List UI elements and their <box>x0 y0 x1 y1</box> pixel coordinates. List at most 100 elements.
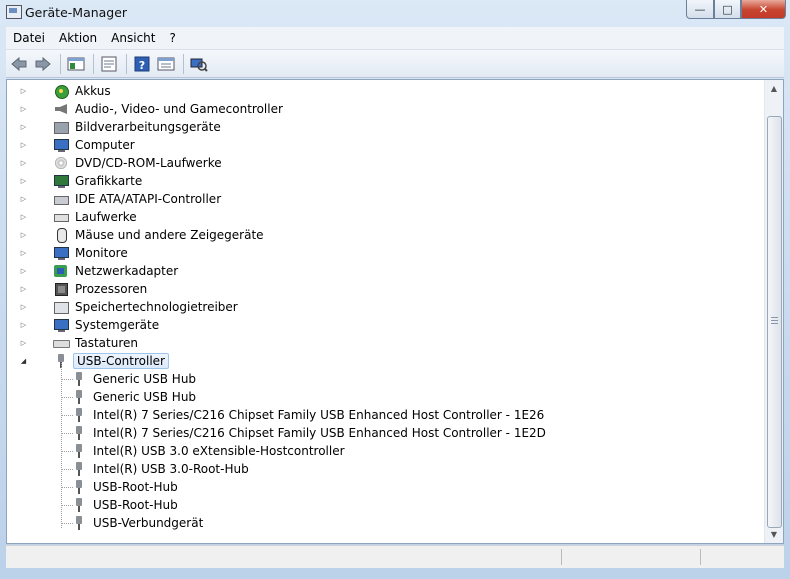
menu-ansicht[interactable]: Ansicht <box>104 31 162 45</box>
menu-datei[interactable]: Datei <box>6 31 52 45</box>
tree-item-label: Akkus <box>75 84 111 98</box>
display-adapter-icon <box>53 173 69 189</box>
expand-arrow-icon[interactable]: ▷ <box>19 339 28 348</box>
tree-item-speichertechnologie[interactable]: ▷ Speichertechnologietreiber <box>21 298 240 316</box>
title-bar[interactable]: Geräte-Manager — □ ✕ <box>0 0 790 26</box>
disk-drive-icon <box>53 209 69 225</box>
tree-item-label: Tastaturen <box>75 336 138 350</box>
expand-arrow-icon[interactable]: ▷ <box>19 213 28 222</box>
usb-device-item[interactable]: USB-Verbundgerät <box>71 514 205 532</box>
expand-arrow-icon[interactable]: ▷ <box>19 123 28 132</box>
tree-item-label: Mäuse und andere Zeigegeräte <box>75 228 264 242</box>
scrollbar-thumb[interactable] <box>767 116 782 528</box>
tree-item-label: Bildverarbeitungsgeräte <box>75 120 221 134</box>
usb-device-item[interactable]: USB-Root-Hub <box>71 496 180 514</box>
toolbar: ? <box>6 50 784 78</box>
ide-controller-icon <box>53 191 69 207</box>
expand-arrow-icon[interactable]: ▷ <box>19 321 28 330</box>
tree-item-dvd[interactable]: ▷ DVD/CD-ROM-Laufwerke <box>21 154 224 172</box>
usb-device-icon <box>71 497 87 513</box>
tree-item-label: Monitore <box>75 246 128 260</box>
menu-help[interactable]: ? <box>162 31 182 45</box>
status-separator <box>561 549 562 565</box>
expand-arrow-icon[interactable]: ▷ <box>19 195 28 204</box>
usb-device-item[interactable]: Generic USB Hub <box>71 370 198 388</box>
usb-device-icon <box>71 389 87 405</box>
usb-device-label: Generic USB Hub <box>93 372 197 386</box>
close-button[interactable]: ✕ <box>741 0 786 19</box>
usb-device-item[interactable]: Intel(R) USB 3.0-Root-Hub <box>71 460 251 478</box>
vertical-scrollbar[interactable]: ▲ ▼ <box>764 80 783 543</box>
scan-hardware-icon[interactable] <box>188 53 210 75</box>
device-manager-icon <box>6 5 22 19</box>
tree-item-netzwerkadapter[interactable]: ▷ Netzwerkadapter <box>21 262 180 280</box>
tree-item-laufwerke[interactable]: ▷ Laufwerke <box>21 208 139 226</box>
usb-device-label: Intel(R) 7 Series/C216 Chipset Family US… <box>93 426 546 440</box>
tree-item-ide[interactable]: ▷ IDE ATA/ATAPI-Controller <box>21 190 223 208</box>
expand-arrow-icon[interactable]: ▷ <box>19 105 28 114</box>
usb-device-label: Intel(R) 7 Series/C216 Chipset Family US… <box>93 408 545 422</box>
tree-item-grafikkarte[interactable]: ▷ Grafikkarte <box>21 172 144 190</box>
usb-device-icon <box>71 443 87 459</box>
tree-item-label: Grafikkarte <box>75 174 143 188</box>
expand-arrow-icon[interactable]: ▷ <box>19 303 28 312</box>
toolbar-separator <box>60 53 61 74</box>
tree-item-audio[interactable]: ▷ Audio-, Video- und Gamecontroller <box>21 100 285 118</box>
menu-aktion[interactable]: Aktion <box>52 31 104 45</box>
toolbar-separator <box>126 53 127 74</box>
back-icon[interactable] <box>8 53 30 75</box>
expand-arrow-icon[interactable]: ▷ <box>19 249 28 258</box>
device-tree-pane[interactable]: ▷ Akkus ▷ Audio-, Video- und Gamecontrol… <box>6 79 784 544</box>
help-icon[interactable]: ? <box>131 53 153 75</box>
show-hide-console-tree-icon[interactable] <box>65 53 87 75</box>
properties-icon[interactable] <box>98 53 120 75</box>
usb-device-label: Intel(R) USB 3.0 eXtensible-Hostcontroll… <box>93 444 345 458</box>
tree-item-label: IDE ATA/ATAPI-Controller <box>75 192 222 206</box>
device-tree[interactable]: ▷ Akkus ▷ Audio-, Video- und Gamecontrol… <box>7 80 765 543</box>
collapse-arrow-icon[interactable]: ◢ <box>19 357 28 366</box>
usb-device-item[interactable]: USB-Root-Hub <box>71 478 180 496</box>
keyboard-icon <box>53 335 70 351</box>
usb-device-item[interactable]: Intel(R) 7 Series/C216 Chipset Family US… <box>71 406 546 424</box>
svg-text:?: ? <box>139 59 145 72</box>
computer-icon <box>53 137 69 153</box>
grip-icon <box>771 317 778 324</box>
expand-arrow-icon[interactable]: ▷ <box>19 177 28 186</box>
scroll-down-arrow-icon[interactable]: ▼ <box>765 526 783 543</box>
window-controls: — □ ✕ <box>686 0 786 19</box>
usb-device-item[interactable]: Generic USB Hub <box>71 388 198 406</box>
maximize-button[interactable]: □ <box>714 0 741 19</box>
tree-item-label: Computer <box>75 138 135 152</box>
tree-connector-line <box>61 361 62 528</box>
usb-device-item[interactable]: Intel(R) 7 Series/C216 Chipset Family US… <box>71 424 548 442</box>
tree-item-label: Prozessoren <box>75 282 148 296</box>
scroll-up-arrow-icon[interactable]: ▲ <box>765 80 783 97</box>
processor-icon <box>53 281 69 297</box>
tree-item-maeuse[interactable]: ▷ Mäuse und andere Zeigegeräte <box>21 226 266 244</box>
tree-item-label: Speichertechnologietreiber <box>75 300 238 314</box>
forward-icon[interactable] <box>32 53 54 75</box>
tree-item-akkus[interactable]: ▷ Akkus <box>21 82 113 100</box>
window-title: Geräte-Manager <box>25 5 128 20</box>
tree-item-systemgeraete[interactable]: ▷ Systemgeräte <box>21 316 161 334</box>
tree-item-monitore[interactable]: ▷ Monitore <box>21 244 130 262</box>
tree-item-computer[interactable]: ▷ Computer <box>21 136 137 154</box>
usb-device-item[interactable]: Intel(R) USB 3.0 eXtensible-Hostcontroll… <box>71 442 347 460</box>
minimize-button[interactable]: — <box>686 0 714 19</box>
expand-arrow-icon[interactable]: ▷ <box>19 87 28 96</box>
usb-device-label: USB-Verbundgerät <box>93 516 204 530</box>
view-icon[interactable] <box>155 53 177 75</box>
tree-item-bildverarbeitung[interactable]: ▷ Bildverarbeitungsgeräte <box>21 118 223 136</box>
tree-item-prozessoren[interactable]: ▷ Prozessoren <box>21 280 149 298</box>
speaker-icon <box>53 101 69 117</box>
expand-arrow-icon[interactable]: ▷ <box>19 159 28 168</box>
expand-arrow-icon[interactable]: ▷ <box>19 141 28 150</box>
toolbar-separator <box>93 53 94 74</box>
tree-item-usb-controller[interactable]: ◢ USB-Controller <box>21 352 169 370</box>
expand-arrow-icon[interactable]: ▷ <box>19 285 28 294</box>
expand-arrow-icon[interactable]: ▷ <box>19 231 28 240</box>
usb-device-label: Generic USB Hub <box>93 390 197 404</box>
expand-arrow-icon[interactable]: ▷ <box>19 267 28 276</box>
tree-item-tastaturen[interactable]: ▷ Tastaturen <box>21 334 140 352</box>
device-manager-window: Geräte-Manager — □ ✕ Datei Aktion Ansich… <box>0 0 790 579</box>
